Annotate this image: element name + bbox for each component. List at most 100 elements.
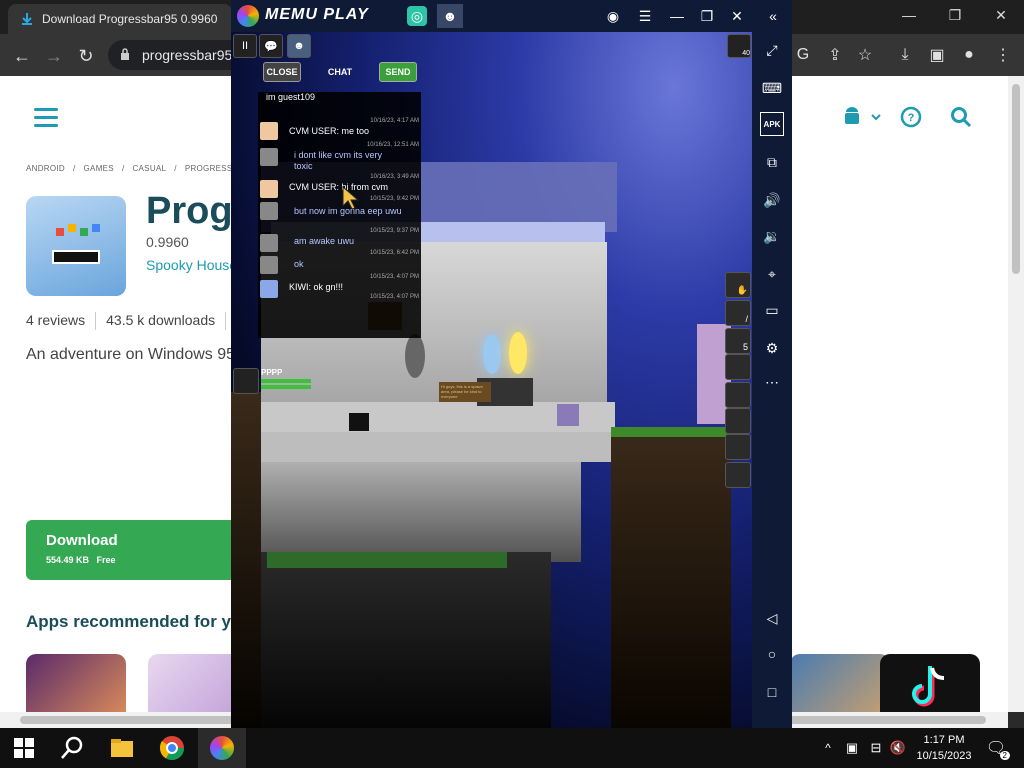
memu-title-bar: MEMU PLAY ◎ ☻ ◉ ☰ — ❐ ✕ « xyxy=(231,0,792,32)
volume-muted-icon[interactable]: 🔇 xyxy=(884,734,912,762)
url-text: progressbar95 xyxy=(142,47,233,63)
memu-taskbar-button[interactable] xyxy=(198,728,246,768)
user-avatar xyxy=(260,234,278,252)
player-avatar-icon[interactable]: ☻ xyxy=(287,34,311,58)
fullscreen-icon[interactable]: ⤢ xyxy=(760,38,784,62)
hotbar-slot-hand[interactable]: ✋ xyxy=(725,272,751,298)
browser-menu-icon[interactable]: ⋮ xyxy=(990,42,1016,68)
user-avatar xyxy=(260,122,278,140)
memu-sidebar: ⤢ ⌨ APK ⧉ 🔊 🔉 ⌖ ▭ ⚙ ⋯ ◁ ○ □ xyxy=(752,32,792,728)
back-arrow-icon[interactable]: ← xyxy=(8,42,36,70)
memu-taskbar-icon xyxy=(210,736,234,760)
side-panel-icon[interactable]: ▣ xyxy=(924,42,950,68)
memu-menu-icon[interactable]: ☰ xyxy=(631,4,659,28)
game-viewport[interactable]: Hi guys, this is a spawn area, please be… xyxy=(231,32,752,728)
memu-home-tab-icon[interactable]: ◎ xyxy=(407,6,427,26)
help-icon[interactable]: ? xyxy=(900,106,922,128)
mouse-cursor-icon xyxy=(342,186,360,210)
android-home-icon[interactable]: ○ xyxy=(760,642,784,666)
reload-icon[interactable]: ↻ xyxy=(72,42,100,70)
pause-icon[interactable]: II xyxy=(233,34,257,58)
clock-time: 1:17 PM xyxy=(923,734,965,746)
breadcrumb-item[interactable]: CASUAL xyxy=(132,164,166,173)
forward-arrow-icon[interactable]: → xyxy=(40,42,68,70)
chevron-down-icon[interactable] xyxy=(870,112,882,122)
keyboard-mapping-icon[interactable]: ⌨ xyxy=(760,76,784,100)
reviews-link[interactable]: 4 reviews xyxy=(26,312,85,328)
memu-restore-icon[interactable]: ❐ xyxy=(693,4,721,28)
user-avatar xyxy=(260,256,278,274)
health-bar xyxy=(261,379,311,383)
hotbar-slot-empty[interactable] xyxy=(725,382,751,408)
notification-center-icon[interactable]: 🗨 2 xyxy=(982,734,1010,762)
bookmark-star-icon[interactable]: ☆ xyxy=(852,42,878,68)
tiktok-app-thumbnail[interactable] xyxy=(880,654,980,712)
notification-count: 2 xyxy=(999,751,1010,760)
app-stats: 4 reviews 43.5 k downloads xyxy=(26,312,236,331)
download-size: 554.49 KB xyxy=(46,555,90,565)
location-icon[interactable]: ⌖ xyxy=(760,262,784,286)
android-recents-icon[interactable]: □ xyxy=(760,680,784,704)
hamburger-menu-icon[interactable] xyxy=(34,108,58,128)
hotbar-slot-empty[interactable] xyxy=(725,462,751,488)
breadcrumb-separator: / xyxy=(174,164,177,173)
chrome-icon[interactable] xyxy=(158,734,186,762)
account-icon[interactable]: ◉ xyxy=(599,4,627,28)
chat-message: i dont like cvm its very toxic 10/16/23,… xyxy=(258,142,421,176)
download-button[interactable]: Download 554.49 KB Free xyxy=(26,520,246,580)
page-vertical-scrollbar[interactable] xyxy=(1008,76,1024,712)
volume-up-icon[interactable]: 🔊 xyxy=(760,188,784,212)
settings-gear-icon[interactable]: ⚙ xyxy=(760,336,784,360)
profile-avatar-icon[interactable]: ● xyxy=(956,42,982,68)
chat-close-button[interactable]: CLOSE xyxy=(263,62,301,82)
memu-close-icon[interactable]: ✕ xyxy=(723,4,751,28)
download-price: Free xyxy=(96,555,116,565)
hotbar-slot-bowl[interactable] xyxy=(725,354,751,380)
apk-install-icon[interactable]: APK xyxy=(760,112,784,136)
volume-down-icon[interactable]: 🔉 xyxy=(760,224,784,248)
taskbar-clock[interactable]: 1:17 PM 10/15/2023 xyxy=(912,732,976,764)
inventory-counter[interactable]: 40 xyxy=(727,34,751,58)
chat-title: CHAT xyxy=(327,67,353,77)
chat-send-button[interactable]: SEND xyxy=(379,62,417,82)
player-portrait[interactable] xyxy=(233,368,259,394)
google-lens-icon[interactable]: G xyxy=(790,42,816,68)
tiktok-icon xyxy=(912,666,945,707)
game-tab-icon[interactable]: ☻ xyxy=(437,4,463,28)
browser-tab[interactable]: Download Progressbar95 0.9960 xyxy=(8,4,232,34)
hotbar-slot-empty[interactable] xyxy=(725,434,751,460)
chat-message: but now im gonna eep uwu 10/15/23, 9:42 … xyxy=(258,196,421,224)
collapse-sidebar-icon[interactable]: « xyxy=(759,4,787,28)
file-explorer-icon[interactable] xyxy=(108,734,136,762)
chat-bubble-icon[interactable]: 💬 xyxy=(259,34,283,58)
recommended-app-thumbnail[interactable] xyxy=(26,654,126,712)
hotbar-slot-empty[interactable] xyxy=(725,408,751,434)
search-icon[interactable] xyxy=(950,106,972,128)
hotbar-slot-orange[interactable]: 5 xyxy=(725,328,751,354)
chat-input[interactable]: im guest109 xyxy=(258,92,421,106)
memu-minimize-icon[interactable]: — xyxy=(663,4,691,28)
share-icon[interactable]: ⇪ xyxy=(822,42,848,68)
downloads-icon[interactable]: ⤓ xyxy=(892,42,918,68)
chat-message: CVM USER: me too 10/16/23, 4:17 AM xyxy=(258,118,421,144)
breadcrumb-item[interactable]: GAMES xyxy=(84,164,114,173)
recommended-app-thumbnail[interactable] xyxy=(790,654,890,712)
android-back-icon[interactable]: ◁ xyxy=(760,606,784,630)
breadcrumb-separator: / xyxy=(121,164,125,173)
search-icon[interactable] xyxy=(58,734,86,762)
breadcrumb-item[interactable]: ANDROID xyxy=(26,164,65,173)
multi-instance-icon[interactable]: ⧉ xyxy=(760,150,784,174)
window-restore-button[interactable]: ❐ xyxy=(932,0,978,30)
window-minimize-button[interactable]: — xyxy=(886,0,932,30)
folder-icon[interactable]: ▭ xyxy=(760,298,784,322)
hotbar-slot-stick[interactable]: / xyxy=(725,300,751,326)
android-icon[interactable] xyxy=(842,106,862,128)
developer-link[interactable]: Spooky House xyxy=(146,257,237,273)
windows-start-icon[interactable] xyxy=(10,734,38,762)
player-character xyxy=(349,413,369,431)
window-close-button[interactable]: ✕ xyxy=(978,0,1024,30)
player-name: PPPP xyxy=(261,368,283,377)
user-avatar xyxy=(260,180,278,198)
more-options-icon[interactable]: ⋯ xyxy=(760,370,784,394)
energy-bar xyxy=(261,385,311,389)
